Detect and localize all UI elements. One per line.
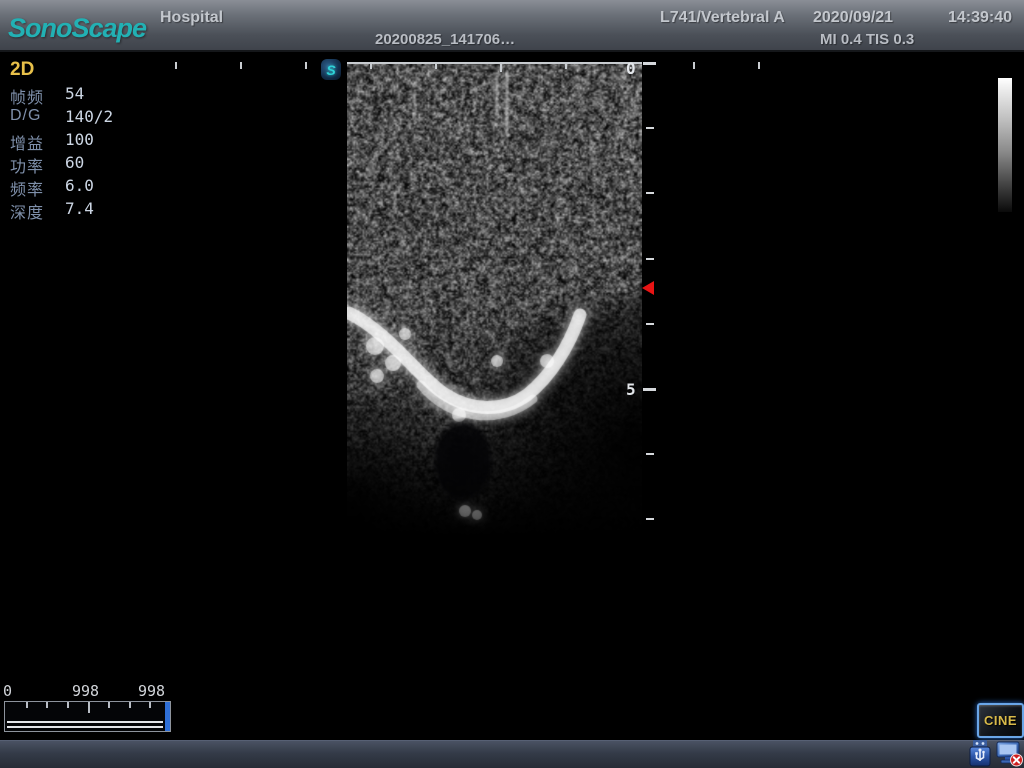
param-value: 140/2	[65, 107, 113, 126]
param-row-depth: 深度 7.4	[10, 199, 160, 222]
depth-label-0: 0	[626, 59, 636, 78]
lateral-ruler-line	[347, 62, 642, 64]
param-value: 7.4	[65, 199, 94, 218]
probe-preset: L741/Vertebral A	[660, 9, 785, 27]
lateral-tick	[758, 62, 760, 69]
ultrasound-image	[347, 63, 642, 540]
cine-tick	[88, 702, 90, 713]
param-row-gain: 增益 100	[10, 130, 160, 153]
param-row-dg: D/G 140/2	[10, 107, 160, 130]
cine-tick	[108, 702, 110, 708]
depth-tick	[646, 323, 654, 325]
lateral-tick	[435, 62, 437, 69]
focus-marker-icon[interactable]	[642, 281, 654, 295]
usb-icon[interactable]	[967, 739, 993, 768]
system-date: 2020/09/21	[813, 9, 893, 27]
depth-tick	[646, 453, 654, 455]
exam-file-name: 20200825_141706…	[375, 31, 515, 48]
mi-tis-readout: MI 0.4 TIS 0.3	[820, 31, 914, 48]
taskbar	[0, 740, 1024, 768]
mode-label: 2D	[10, 59, 34, 81]
param-row-power: 功率 60	[10, 153, 160, 176]
lateral-tick	[175, 62, 177, 69]
cine-tick	[46, 702, 48, 708]
param-value: 54	[65, 84, 84, 103]
ultrasound-screen: SonoScape Hospital L741/Vertebral A 2020…	[0, 0, 1024, 768]
grayscale-map-bar	[998, 78, 1012, 212]
system-time: 14:39:40	[948, 9, 1012, 27]
network-disconnected-icon[interactable]	[995, 739, 1024, 768]
lateral-tick	[500, 62, 502, 72]
param-row-frame-rate: 帧频 54	[10, 84, 160, 107]
lateral-tick	[565, 62, 567, 69]
cine-tick	[129, 702, 131, 708]
param-value: 100	[65, 130, 94, 149]
cine-button[interactable]: CINE	[977, 703, 1024, 738]
param-value: 6.0	[65, 176, 94, 195]
param-label: D/G	[10, 107, 41, 125]
depth-tick	[646, 127, 654, 129]
param-label: 增益	[10, 130, 44, 154]
hospital-name: Hospital	[160, 9, 223, 27]
cine-label-mid: 998	[72, 682, 99, 700]
lateral-tick	[693, 62, 695, 69]
cine-label-end: 998	[138, 682, 165, 700]
depth-tick	[646, 258, 654, 260]
depth-tick	[646, 192, 654, 194]
lateral-tick	[370, 62, 372, 69]
depth-tick	[643, 62, 656, 65]
param-label: 功率	[10, 153, 44, 177]
depth-label-5: 5	[626, 380, 636, 399]
depth-tick	[646, 518, 654, 520]
cine-tick	[26, 702, 28, 708]
cine-label-start: 0	[3, 682, 12, 700]
cine-progress-bar[interactable]	[4, 701, 171, 732]
lateral-tick	[240, 62, 242, 69]
cine-tick	[149, 702, 151, 708]
depth-tick	[643, 388, 656, 391]
header-bar: SonoScape Hospital L741/Vertebral A 2020…	[0, 0, 1024, 52]
param-label: 频率	[10, 176, 44, 200]
param-row-frequency: 频率 6.0	[10, 176, 160, 199]
brand-logo: SonoScape	[8, 13, 146, 44]
cine-position-marker[interactable]	[165, 702, 170, 731]
probe-orientation-mark: S	[321, 59, 341, 80]
param-label: 帧频	[10, 84, 44, 108]
lateral-tick	[305, 62, 307, 69]
param-value: 60	[65, 153, 84, 172]
param-label: 深度	[10, 199, 44, 223]
cine-progress-line	[7, 721, 163, 728]
cine-tick	[67, 702, 69, 708]
